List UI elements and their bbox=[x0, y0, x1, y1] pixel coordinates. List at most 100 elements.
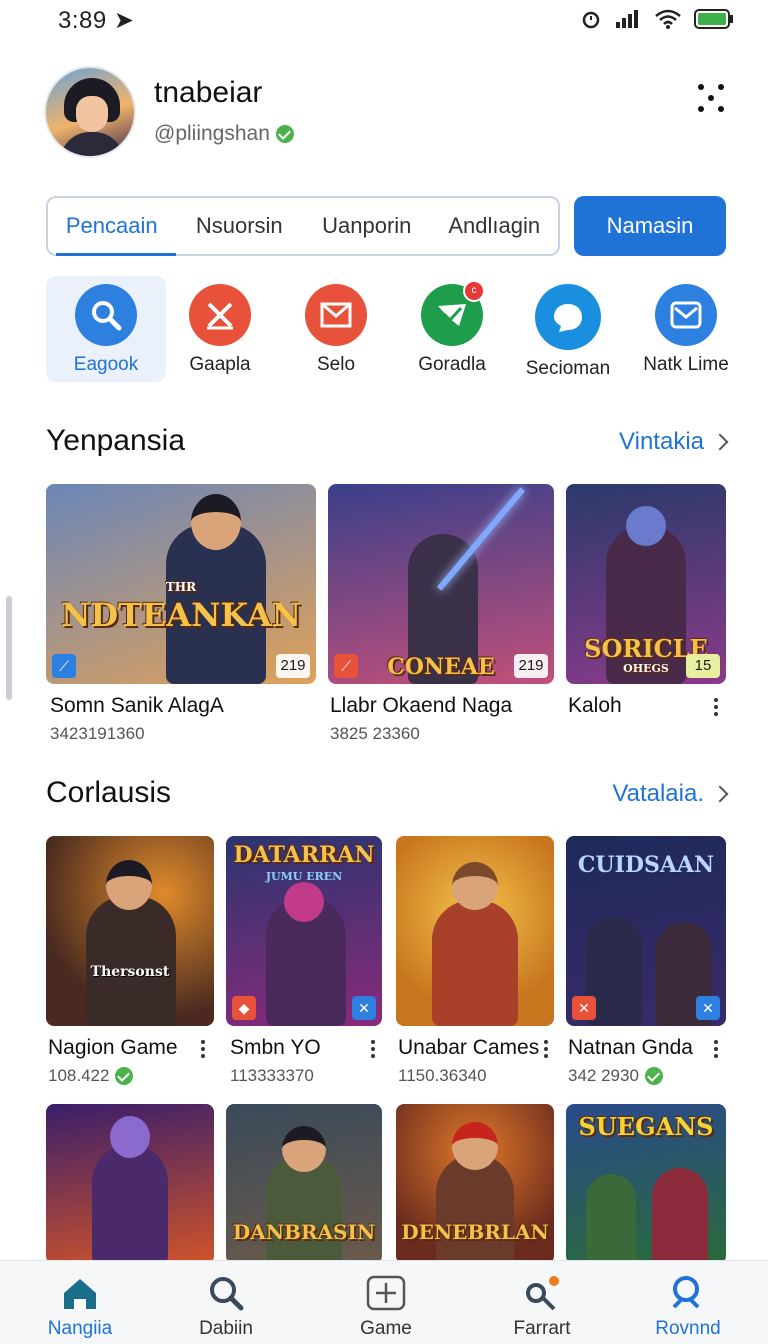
game-card[interactable]: NDTEANKAN THR ⟋ 219 bbox=[46, 484, 316, 684]
chat-icon bbox=[535, 284, 601, 350]
game-art-title: CUIDSAAN bbox=[577, 852, 715, 878]
game-type-icon: ✕ bbox=[696, 996, 720, 1020]
profile-handle: @pliingshan bbox=[154, 122, 294, 146]
avatar[interactable] bbox=[44, 66, 136, 158]
nav-label: Rovnnd bbox=[655, 1318, 721, 1339]
check-icon: c bbox=[421, 280, 485, 346]
nav-label: Nangiia bbox=[47, 1318, 113, 1339]
game-meta: 342 2930 bbox=[568, 1066, 663, 1086]
envelope-icon bbox=[655, 284, 717, 346]
category-4[interactable]: c Goradla bbox=[392, 276, 512, 382]
game-card[interactable]: DANBRASIN bbox=[226, 1104, 382, 1264]
nav-label: Game bbox=[360, 1318, 412, 1339]
see-all-link[interactable]: Vatalaia. bbox=[612, 780, 729, 808]
more-options-icon[interactable] bbox=[713, 1040, 719, 1062]
see-all-link[interactable]: Vintakia bbox=[619, 428, 729, 456]
game-title[interactable]: Somn Sanik AlagA bbox=[50, 694, 224, 718]
category-5[interactable]: Secioman bbox=[508, 276, 628, 382]
nav-item-game[interactable]: Game bbox=[326, 1275, 446, 1340]
status-bar: 3:89 ➤ bbox=[0, 0, 768, 40]
tab-1[interactable]: Pencaain bbox=[48, 198, 176, 256]
category-label: Gaapla bbox=[189, 354, 251, 375]
scrollbar[interactable] bbox=[6, 596, 12, 700]
primary-button[interactable]: Namasin bbox=[574, 196, 726, 256]
nav-label: Farrart bbox=[513, 1318, 571, 1339]
game-meta: 1150.36340 bbox=[398, 1066, 487, 1085]
game-title[interactable]: Nagion Game bbox=[48, 1036, 178, 1060]
verified-icon bbox=[644, 1067, 663, 1085]
game-card[interactable] bbox=[46, 1104, 214, 1264]
game-type-icon: ⟋ bbox=[334, 654, 358, 678]
game-card[interactable]: CONEAE ⟋ 219 bbox=[328, 484, 554, 684]
profile-search-icon bbox=[672, 1276, 700, 1309]
signal-icon bbox=[616, 10, 638, 28]
game-title[interactable]: Smbn YO bbox=[230, 1036, 321, 1060]
game-title[interactable]: Natnan Gnda bbox=[568, 1036, 693, 1060]
status-time: 3:89 ➤ bbox=[58, 7, 135, 34]
section-title: Yenpansia bbox=[46, 424, 186, 457]
game-type-icon: ◆ bbox=[232, 996, 256, 1020]
tab-3[interactable]: Uanporin bbox=[303, 198, 431, 254]
mail-icon bbox=[305, 284, 367, 346]
game-art-title: DANBRASIN bbox=[232, 1220, 376, 1244]
category-label: Goradla bbox=[418, 354, 486, 375]
nav-label: Dabiin bbox=[199, 1318, 253, 1339]
game-meta: 3423191360 bbox=[50, 724, 145, 743]
nav-item-search[interactable]: Dabiin bbox=[166, 1275, 286, 1340]
game-title[interactable]: Unabar Cames bbox=[398, 1036, 539, 1060]
game-card[interactable]: SUEGANS bbox=[566, 1104, 726, 1264]
more-options-icon[interactable] bbox=[543, 1040, 549, 1062]
game-card[interactable] bbox=[396, 836, 554, 1026]
game-card[interactable]: Thersonst bbox=[46, 836, 214, 1026]
game-meta: 113333370 bbox=[230, 1066, 314, 1085]
category-3[interactable]: Selo bbox=[276, 276, 396, 382]
category-1[interactable]: Eagook bbox=[46, 276, 166, 382]
home-icon bbox=[64, 1279, 96, 1309]
nav-item-farrart[interactable]: Farrart bbox=[482, 1275, 602, 1340]
category-row: Eagook Gaapla Selo c Goradla Secioman Na… bbox=[46, 276, 736, 384]
game-meta: 3825 23360 bbox=[330, 724, 420, 743]
game-type-icon: ✕ bbox=[572, 996, 596, 1020]
game-art-title: NDTEANKAN bbox=[61, 596, 301, 634]
category-label: Eagook bbox=[73, 354, 139, 375]
game-art-subtitle: THR bbox=[165, 580, 197, 594]
more-options-icon[interactable] bbox=[200, 1040, 206, 1062]
tab-4[interactable]: Andlıagin bbox=[431, 198, 559, 254]
search-icon bbox=[75, 284, 137, 346]
alarm-icon bbox=[582, 11, 600, 29]
game-badge: 15 bbox=[686, 654, 720, 678]
more-options-icon[interactable] bbox=[370, 1040, 376, 1062]
battery-icon bbox=[694, 9, 733, 29]
notification-badge: c bbox=[463, 280, 485, 302]
game-meta: 108.422 bbox=[48, 1066, 134, 1086]
tab-bar: Pencaain Nsuorsin Uanporin Andlıagin bbox=[46, 196, 560, 256]
game-type-icon: ⟋ bbox=[52, 654, 76, 678]
game-art-title: SUEGANS bbox=[578, 1112, 714, 1141]
verified-icon bbox=[275, 125, 294, 143]
profile-header: tnabeiar @pliingshan bbox=[44, 66, 734, 162]
game-card[interactable]: DENEBRLAN bbox=[396, 1104, 554, 1264]
tab-2[interactable]: Nsuorsin bbox=[176, 198, 304, 254]
nav-item-rovnnd[interactable]: Rovnnd bbox=[628, 1275, 748, 1340]
more-options-icon[interactable] bbox=[713, 698, 719, 720]
game-type-icon: ✕ bbox=[352, 996, 376, 1020]
category-label: Natk Lime bbox=[643, 354, 729, 375]
category-6[interactable]: Natk Lime bbox=[626, 276, 746, 382]
cross-icon bbox=[189, 284, 251, 346]
game-title[interactable]: Kaloh bbox=[568, 694, 622, 718]
section-title: Corlausis bbox=[46, 776, 172, 809]
more-options-icon[interactable] bbox=[696, 82, 728, 114]
game-card[interactable]: SORICLE OHEGS 15 bbox=[566, 484, 726, 684]
chevron-right-icon bbox=[711, 785, 729, 803]
game-art-title: DATARRAN bbox=[233, 842, 375, 868]
game-title[interactable]: Llabr Okaend Naga bbox=[330, 694, 512, 718]
game-card[interactable]: DATARRAN JUMU EREN ◆ ✕ bbox=[226, 836, 382, 1026]
game-art-title: DENEBRLAN bbox=[401, 1220, 549, 1244]
game-art-title: Thersonst bbox=[90, 964, 170, 980]
category-2[interactable]: Gaapla bbox=[160, 276, 280, 382]
game-badge: 219 bbox=[514, 654, 548, 678]
game-card[interactable]: CUIDSAAN ✕ ✕ bbox=[566, 836, 726, 1026]
nav-item-home[interactable]: Nangiia bbox=[20, 1275, 140, 1340]
see-all-label: Vatalaia. bbox=[612, 780, 704, 807]
key-icon bbox=[526, 1276, 559, 1311]
